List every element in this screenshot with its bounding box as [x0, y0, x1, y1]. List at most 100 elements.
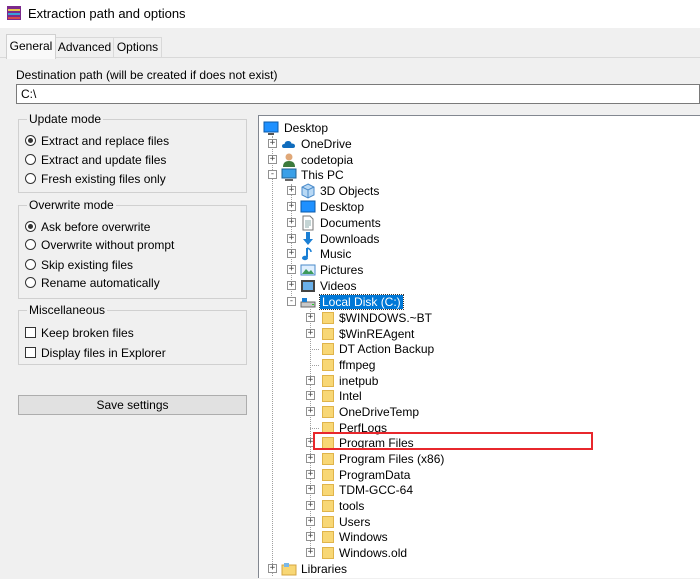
radio-button[interactable]	[25, 135, 36, 146]
radio-label: Ask before overwrite	[41, 220, 151, 234]
checkbox[interactable]	[25, 327, 36, 338]
tree-node-label: Users	[339, 515, 371, 529]
radio-button[interactable]	[25, 221, 36, 232]
tab-advanced[interactable]: Advanced	[55, 37, 114, 57]
tree-node-label: Windows	[339, 530, 388, 544]
desktop-icon	[263, 121, 279, 135]
tab-strip: General Advanced Options	[0, 28, 700, 59]
folder-icon	[322, 437, 334, 449]
radio-button[interactable]	[25, 154, 36, 165]
folder-icon	[322, 547, 334, 559]
folder-icon	[322, 406, 334, 418]
tree-node-label: Libraries	[301, 562, 348, 576]
expand-button[interactable]: +	[287, 234, 296, 243]
tree-node-label: ffmpeg	[339, 358, 376, 372]
radio-label: Extract and replace files	[41, 134, 170, 148]
folder-icon	[322, 516, 334, 528]
expand-button[interactable]: +	[306, 391, 315, 400]
tree-node-label: inetpub	[339, 374, 379, 388]
folder-icon	[322, 359, 334, 371]
folder-icon	[322, 375, 334, 387]
collapse-button[interactable]: -	[268, 170, 277, 179]
cube-icon	[301, 183, 315, 199]
expand-button[interactable]: +	[268, 139, 277, 148]
radio-label: Skip existing files	[41, 258, 134, 272]
computer-icon	[281, 168, 297, 181]
user-icon	[283, 153, 295, 167]
expand-button[interactable]: +	[306, 454, 315, 463]
checkbox-label: Keep broken files	[41, 326, 134, 340]
tree-node-label: $WinREAgent	[339, 327, 415, 341]
tree-node-label: Program Files (x86)	[339, 452, 445, 466]
tree-node-label: Downloads	[320, 232, 380, 246]
tree-node-label: PerfLogs	[339, 421, 388, 435]
folder-icon	[322, 531, 334, 543]
tree-node-label: Program Files	[339, 436, 414, 450]
expand-button[interactable]: +	[306, 470, 315, 479]
tree-node-label: OneDriveTemp	[339, 405, 420, 419]
expand-button[interactable]: +	[306, 501, 315, 510]
expand-button[interactable]: +	[287, 249, 296, 258]
library-icon	[281, 563, 297, 576]
folder-icon	[322, 312, 334, 324]
expand-button[interactable]: +	[306, 485, 315, 494]
tree-node-label: Desktop	[284, 121, 329, 135]
radio-label: Rename automatically	[41, 276, 160, 290]
winrar-app-icon	[7, 6, 21, 20]
folder-icon	[322, 500, 334, 512]
tab-options[interactable]: Options	[113, 37, 162, 57]
expand-button[interactable]: +	[306, 407, 315, 416]
expand-button[interactable]: +	[287, 186, 296, 195]
tree-node-label: Desktop	[320, 200, 365, 214]
tree-node-label: 3D Objects	[320, 184, 380, 198]
radio-label: Overwrite without prompt	[41, 238, 175, 252]
window-title: Extraction path and options	[28, 6, 186, 21]
radio-button[interactable]	[25, 277, 36, 288]
expand-button[interactable]: +	[306, 517, 315, 526]
radio-button[interactable]	[25, 239, 36, 250]
download-icon	[303, 232, 313, 245]
checkbox[interactable]	[25, 347, 36, 358]
expand-button[interactable]: +	[268, 564, 277, 573]
folder-icon	[322, 469, 334, 481]
expand-button[interactable]: +	[306, 438, 315, 447]
radio-button[interactable]	[25, 173, 36, 184]
expand-button[interactable]: +	[306, 532, 315, 541]
destination-path-label: Destination path (will be created if doe…	[16, 68, 278, 82]
expand-button[interactable]: +	[287, 281, 296, 290]
destination-path-input[interactable]	[16, 84, 700, 104]
cloud-icon	[282, 141, 295, 148]
update-mode-group: Update mode Extract and replace files Ex…	[18, 112, 247, 193]
tree-node-label: This PC	[301, 168, 344, 182]
tree-node-label: codetopia	[301, 153, 354, 167]
radio-button[interactable]	[25, 259, 36, 270]
picture-icon	[300, 264, 316, 276]
expand-button[interactable]: +	[287, 202, 296, 211]
radio-label: Extract and update files	[41, 153, 167, 167]
drive-icon	[300, 298, 316, 308]
tree-node-label: OneDrive	[301, 137, 352, 151]
tree-node-label: tools	[339, 499, 365, 513]
tree-node-label: Documents	[320, 216, 381, 230]
expand-button[interactable]: +	[306, 313, 315, 322]
collapse-button[interactable]: -	[287, 297, 296, 306]
tree-connector	[310, 349, 319, 351]
miscellaneous-title: Miscellaneous	[27, 303, 108, 317]
tab-general[interactable]: General	[6, 34, 56, 59]
expand-button[interactable]: +	[306, 376, 315, 385]
expand-button[interactable]: +	[287, 265, 296, 274]
folder-icon	[322, 484, 334, 496]
checkbox-label: Display files in Explorer	[41, 346, 166, 360]
document-icon	[302, 215, 314, 231]
tree-node-label: DT Action Backup	[339, 342, 435, 356]
expand-button[interactable]: +	[306, 548, 315, 557]
overwrite-mode-title: Overwrite mode	[27, 198, 116, 212]
expand-button[interactable]: +	[287, 218, 296, 227]
expand-button[interactable]: +	[268, 155, 277, 164]
tree-node-label: Windows.old	[339, 546, 408, 560]
tree-node-label: ProgramData	[339, 468, 411, 482]
save-settings-button[interactable]: Save settings	[18, 395, 247, 415]
expand-button[interactable]: +	[306, 329, 315, 338]
folder-tree[interactable]: Desktop + OneDrive + codetopia - This PC…	[258, 115, 700, 578]
desktop-icon	[300, 200, 316, 213]
